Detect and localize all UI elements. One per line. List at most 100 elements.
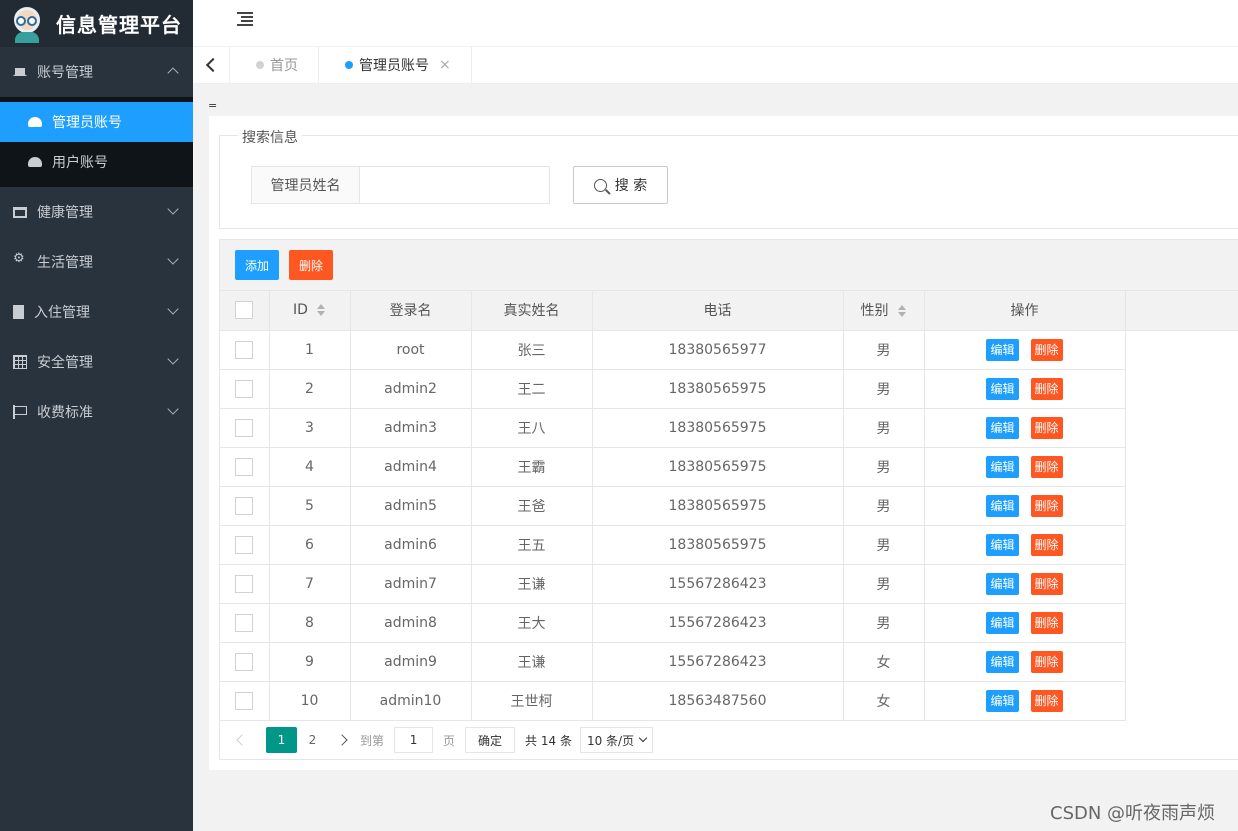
cell-actions: 编辑 删除 <box>924 642 1126 682</box>
close-icon[interactable]: × <box>439 57 451 73</box>
column-header-gender[interactable]: 性别 <box>843 291 925 331</box>
cell-id: 4 <box>269 447 351 487</box>
column-header-id[interactable]: ID <box>269 291 351 331</box>
page-2-button[interactable]: 2 <box>297 727 328 753</box>
menu-toggle-icon[interactable] <box>237 12 253 26</box>
row-checkbox[interactable] <box>235 457 254 476</box>
pagination: 1 2 到第 1 页 确定 共 14 条 10 条/页 <box>220 720 1238 760</box>
sidebar-item-account[interactable]: 账号管理 <box>0 47 193 97</box>
data-table-container: 添加 删除 ID 登录名 真实姓名 电话 性别 操作 1 root 张三 183… <box>219 239 1238 760</box>
sidebar-subitem-admin-account[interactable]: 管理员账号 <box>0 102 193 142</box>
sidebar-item-security[interactable]: 安全管理 <box>0 337 193 387</box>
row-select-cell <box>220 330 270 370</box>
delete-button[interactable]: 删除 <box>1030 494 1063 517</box>
chevron-up-icon <box>167 67 179 79</box>
delete-button[interactable]: 删除 <box>1030 377 1063 400</box>
chevron-down-icon <box>167 353 179 365</box>
prev-page-icon[interactable] <box>236 734 248 746</box>
cell-gender: 男 <box>843 603 925 643</box>
cell-actions: 编辑 删除 <box>924 681 1126 721</box>
page-1-button[interactable]: 1 <box>266 727 297 753</box>
edit-button[interactable]: 编辑 <box>986 533 1019 556</box>
cell-id: 5 <box>269 486 351 526</box>
row-checkbox[interactable] <box>235 496 254 515</box>
dashboard-icon <box>28 157 42 167</box>
delete-button[interactable]: 删除 <box>1030 572 1063 595</box>
column-header-actions: 操作 <box>924 291 1126 331</box>
cell-gender: 男 <box>843 525 925 565</box>
row-checkbox[interactable] <box>235 574 254 593</box>
tab-home[interactable]: 首页 <box>230 47 319 83</box>
document-icon <box>13 305 24 319</box>
row-checkbox[interactable] <box>235 379 254 398</box>
column-header-login: 登录名 <box>350 291 472 331</box>
edit-button[interactable]: 编辑 <box>986 416 1019 439</box>
goto-page-input[interactable]: 1 <box>394 727 434 753</box>
row-checkbox[interactable] <box>235 535 254 554</box>
batch-delete-button[interactable]: 删除 <box>289 250 333 280</box>
sidebar-item-health[interactable]: 健康管理 <box>0 187 193 237</box>
cell-phone: 15567286423 <box>592 603 844 643</box>
row-select-cell <box>220 369 270 409</box>
tab-scroll-left-icon[interactable] <box>193 47 230 83</box>
delete-button[interactable]: 删除 <box>1030 611 1063 634</box>
tab-admin-account[interactable]: 管理员账号 × <box>319 47 472 83</box>
page-size-select[interactable]: 10 条/页 <box>579 727 654 753</box>
tab-bar: 首页 管理员账号 × <box>193 47 1238 84</box>
row-checkbox[interactable] <box>235 613 254 632</box>
edit-button[interactable]: 编辑 <box>986 377 1019 400</box>
cell-login: admin9 <box>350 642 472 682</box>
total-count: 共 14 条 <box>525 733 572 748</box>
cell-phone: 15567286423 <box>592 564 844 604</box>
top-header <box>193 0 1238 47</box>
cell-gender: 男 <box>843 486 925 526</box>
table-row: 7 admin7 王谦 15567286423 男编辑 删除 <box>220 564 1238 604</box>
chevron-down-icon <box>167 253 179 265</box>
cell-actions: 编辑 删除 <box>924 369 1126 409</box>
sidebar-item-life[interactable]: 生活管理 <box>0 237 193 287</box>
window-icon <box>13 206 27 218</box>
table-row: 8 admin8 王大 15567286423 男编辑 删除 <box>220 603 1238 643</box>
chevron-down-icon <box>167 403 179 415</box>
edit-button[interactable]: 编辑 <box>986 611 1019 634</box>
sidebar-item-checkin[interactable]: 入住管理 <box>0 287 193 337</box>
row-checkbox[interactable] <box>235 652 254 671</box>
sort-icon[interactable] <box>316 304 326 317</box>
sort-icon[interactable] <box>897 305 907 318</box>
search-button[interactable]: 搜 索 <box>573 166 668 204</box>
sidebar-subitem-label: 管理员账号 <box>52 115 122 131</box>
cell-gender: 女 <box>843 681 925 721</box>
row-checkbox[interactable] <box>235 418 254 437</box>
edit-button[interactable]: 编辑 <box>986 650 1019 673</box>
brand: 信息管理平台 <box>0 0 193 47</box>
add-button[interactable]: 添加 <box>235 250 279 280</box>
sidebar-subitem-label: 用户账号 <box>52 155 108 171</box>
delete-button[interactable]: 删除 <box>1030 689 1063 712</box>
column-header-realname: 真实姓名 <box>471 291 593 331</box>
cell-realname: 王八 <box>471 408 593 448</box>
row-checkbox[interactable] <box>235 340 254 359</box>
delete-button[interactable]: 删除 <box>1030 455 1063 478</box>
delete-button[interactable]: 删除 <box>1030 416 1063 439</box>
goto-confirm-button[interactable]: 确定 <box>465 727 516 753</box>
cell-actions: 编辑 删除 <box>924 525 1126 565</box>
cell-login: admin6 <box>350 525 472 565</box>
edit-button[interactable]: 编辑 <box>986 572 1019 595</box>
delete-button[interactable]: 删除 <box>1030 533 1063 556</box>
cell-realname: 王五 <box>471 525 593 565</box>
sidebar-subitem-user-account[interactable]: 用户账号 <box>0 142 193 182</box>
edit-button[interactable]: 编辑 <box>986 455 1019 478</box>
sidebar-item-fees[interactable]: 收费标准 <box>0 387 193 437</box>
admin-name-input[interactable] <box>360 166 550 204</box>
edit-button[interactable]: 编辑 <box>986 494 1019 517</box>
next-page-icon[interactable] <box>336 734 348 746</box>
table-row: 10 admin10 王世柯 18563487560 女编辑 删除 <box>220 681 1238 721</box>
delete-button[interactable]: 删除 <box>1030 338 1063 361</box>
edit-button[interactable]: 编辑 <box>986 338 1019 361</box>
edit-button[interactable]: 编辑 <box>986 689 1019 712</box>
delete-button[interactable]: 删除 <box>1030 650 1063 673</box>
cell-actions: 编辑 删除 <box>924 486 1126 526</box>
row-checkbox[interactable] <box>235 691 254 710</box>
sidebar-item-label: 安全管理 <box>37 355 93 371</box>
select-all-checkbox[interactable] <box>235 301 254 320</box>
